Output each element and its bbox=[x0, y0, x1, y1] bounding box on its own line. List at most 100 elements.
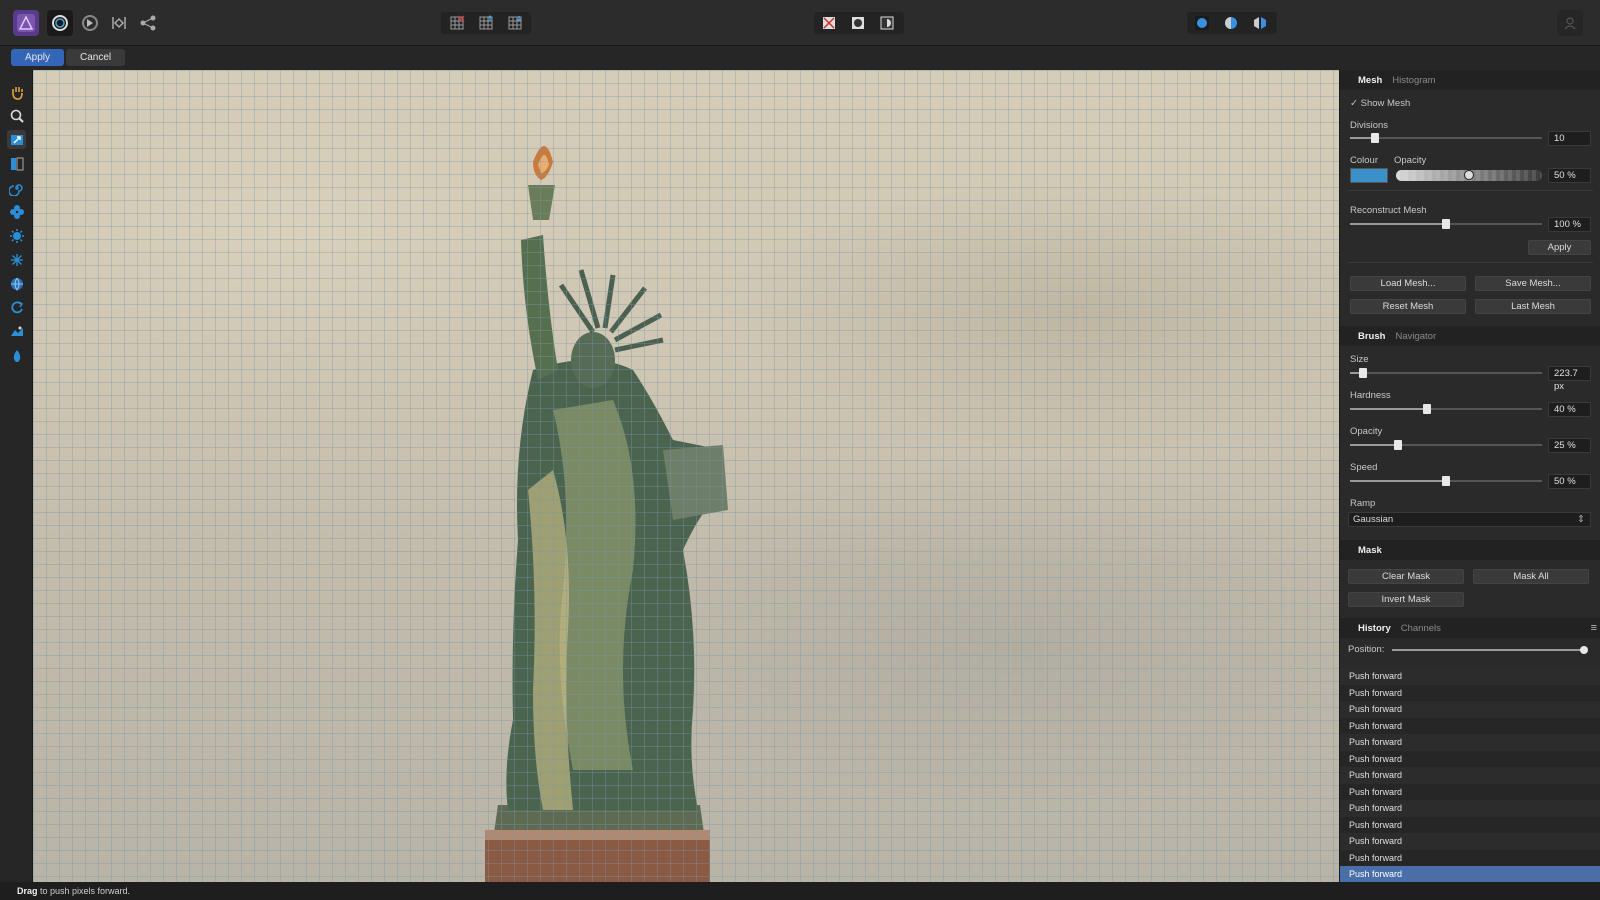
quick-mask-icon[interactable] bbox=[849, 14, 867, 32]
size-label: Size bbox=[1350, 354, 1369, 365]
clear-mask-icon[interactable] bbox=[820, 14, 838, 32]
mesh-overlay bbox=[33, 70, 1339, 882]
mask-toggle-icon[interactable] bbox=[878, 14, 896, 32]
clone-icon[interactable] bbox=[7, 346, 26, 365]
divisions-slider[interactable] bbox=[1350, 133, 1542, 143]
reconstruct-apply-button[interactable]: Apply bbox=[1528, 240, 1591, 255]
tools-panel bbox=[0, 70, 33, 882]
history-item[interactable]: Push forward bbox=[1340, 833, 1600, 850]
tab-channels[interactable]: Channels bbox=[1401, 623, 1441, 634]
develop-persona-icon[interactable] bbox=[77, 10, 103, 36]
divisions-field[interactable]: 10 bbox=[1548, 131, 1591, 146]
history-item[interactable]: Push forward bbox=[1340, 684, 1600, 701]
pinch-icon[interactable] bbox=[7, 202, 26, 221]
thaw-icon[interactable] bbox=[7, 298, 26, 317]
opacity-knob[interactable] bbox=[1464, 170, 1474, 180]
turbulence-icon[interactable] bbox=[7, 250, 26, 269]
tab-mesh[interactable]: Mesh bbox=[1358, 75, 1382, 86]
push-forward-icon[interactable] bbox=[7, 130, 26, 149]
history-item[interactable]: Push forward bbox=[1340, 767, 1600, 784]
zoom-icon[interactable] bbox=[7, 106, 26, 125]
opacity-field[interactable]: 50 % bbox=[1548, 168, 1591, 183]
brush-opacity-label: Opacity bbox=[1350, 426, 1383, 437]
last-mesh-button[interactable]: Last Mesh bbox=[1475, 299, 1591, 314]
hand-icon[interactable] bbox=[7, 82, 26, 101]
hardness-slider[interactable] bbox=[1350, 404, 1542, 414]
history-item[interactable]: Push forward bbox=[1340, 717, 1600, 734]
speed-slider[interactable] bbox=[1350, 476, 1542, 486]
opacity-label: Opacity bbox=[1394, 155, 1427, 166]
colour-swatch[interactable] bbox=[1350, 168, 1388, 183]
affinity-photo-icon[interactable] bbox=[13, 10, 39, 36]
document-canvas[interactable] bbox=[33, 70, 1339, 882]
freeze-icon[interactable] bbox=[7, 274, 26, 293]
split-view-icon[interactable] bbox=[1222, 14, 1240, 32]
history-item[interactable]: Push forward bbox=[1340, 668, 1600, 685]
divider bbox=[1348, 190, 1593, 191]
brush-panel-header: Brush Navigator bbox=[1340, 326, 1600, 346]
reconstruct-slider[interactable] bbox=[1350, 219, 1542, 229]
mesh-thaw-icon[interactable] bbox=[477, 14, 495, 32]
speed-field[interactable]: 50 % bbox=[1548, 474, 1591, 489]
tab-mask[interactable]: Mask bbox=[1358, 545, 1382, 556]
apply-button[interactable]: Apply bbox=[11, 49, 65, 66]
show-mesh-checkbox[interactable]: ✓ Show Mesh bbox=[1350, 98, 1410, 109]
checkmark-icon: ✓ bbox=[1350, 98, 1358, 109]
history-panel-header: History Channels ≡ bbox=[1340, 618, 1600, 638]
user-icon[interactable] bbox=[1557, 10, 1583, 36]
status-text: to push pixels forward. bbox=[37, 886, 131, 896]
history-item[interactable]: Push forward bbox=[1340, 734, 1600, 751]
show-mesh-label: Show Mesh bbox=[1360, 98, 1411, 109]
tone-mapping-icon[interactable] bbox=[106, 10, 132, 36]
liquify-persona-icon[interactable] bbox=[47, 10, 73, 36]
size-slider[interactable] bbox=[1350, 368, 1542, 378]
tab-brush[interactable]: Brush bbox=[1358, 331, 1385, 342]
mirror-view-icon[interactable] bbox=[1251, 14, 1269, 32]
view-mode-icon[interactable] bbox=[1193, 14, 1211, 32]
brush-opacity-field[interactable]: 25 % bbox=[1548, 438, 1591, 453]
hardness-field[interactable]: 40 % bbox=[1548, 402, 1591, 417]
colour-label: Colour bbox=[1350, 155, 1378, 166]
mask-panel-header: Mask bbox=[1340, 540, 1600, 560]
history-item[interactable]: Push forward bbox=[1340, 816, 1600, 833]
history-item[interactable]: Push forward bbox=[1340, 783, 1600, 800]
mesh-grid-icon[interactable] bbox=[506, 14, 524, 32]
reconstruct-field[interactable]: 100 % bbox=[1548, 217, 1591, 232]
load-mesh-button[interactable]: Load Mesh... bbox=[1350, 276, 1466, 291]
history-item[interactable]: Push forward bbox=[1340, 750, 1600, 767]
invert-mask-button[interactable]: Invert Mask bbox=[1348, 592, 1464, 607]
main-toolbar bbox=[0, 0, 1600, 46]
ramp-value: Gaussian bbox=[1353, 514, 1394, 525]
mesh-panel-header: Mesh Histogram bbox=[1340, 70, 1600, 90]
mask-all-button[interactable]: Mask All bbox=[1473, 569, 1589, 584]
history-list: Push forward Push forward Push forward Push… bbox=[1340, 668, 1600, 882]
panel-menu-icon[interactable]: ≡ bbox=[1591, 622, 1597, 634]
tab-navigator[interactable]: Navigator bbox=[1395, 331, 1436, 342]
divider bbox=[1348, 262, 1593, 263]
ramp-dropdown[interactable]: Gaussian ⇕ bbox=[1348, 512, 1591, 527]
clear-mask-button[interactable]: Clear Mask bbox=[1348, 569, 1464, 584]
history-item[interactable]: Push forward bbox=[1340, 849, 1600, 866]
brush-opacity-slider[interactable] bbox=[1350, 440, 1542, 450]
reset-mesh-button[interactable]: Reset Mesh bbox=[1350, 299, 1466, 314]
twirl-icon[interactable] bbox=[7, 178, 26, 197]
history-item[interactable]: Push forward bbox=[1340, 701, 1600, 718]
hardness-label: Hardness bbox=[1350, 390, 1391, 401]
history-item[interactable]: Push forward bbox=[1340, 800, 1600, 817]
save-mesh-button[interactable]: Save Mesh... bbox=[1475, 276, 1591, 291]
size-field[interactable]: 223.7 px bbox=[1548, 366, 1591, 392]
mesh-freeze-icon[interactable] bbox=[448, 14, 466, 32]
context-toolbar: Apply Cancel bbox=[0, 46, 1600, 70]
export-persona-icon[interactable] bbox=[135, 10, 161, 36]
cancel-button[interactable]: Cancel bbox=[66, 49, 126, 66]
tab-history[interactable]: History bbox=[1358, 623, 1391, 634]
push-left-icon[interactable] bbox=[7, 154, 26, 173]
punch-icon[interactable] bbox=[7, 226, 26, 245]
opacity-slider[interactable] bbox=[1396, 170, 1542, 181]
position-slider[interactable] bbox=[1392, 646, 1588, 654]
status-bar: Drag to push pixels forward. bbox=[0, 882, 1600, 900]
reconstruct-icon[interactable] bbox=[7, 322, 26, 341]
status-bold: Drag bbox=[17, 886, 38, 896]
history-item[interactable]: Push forward bbox=[1340, 866, 1600, 882]
tab-histogram[interactable]: Histogram bbox=[1392, 75, 1435, 86]
